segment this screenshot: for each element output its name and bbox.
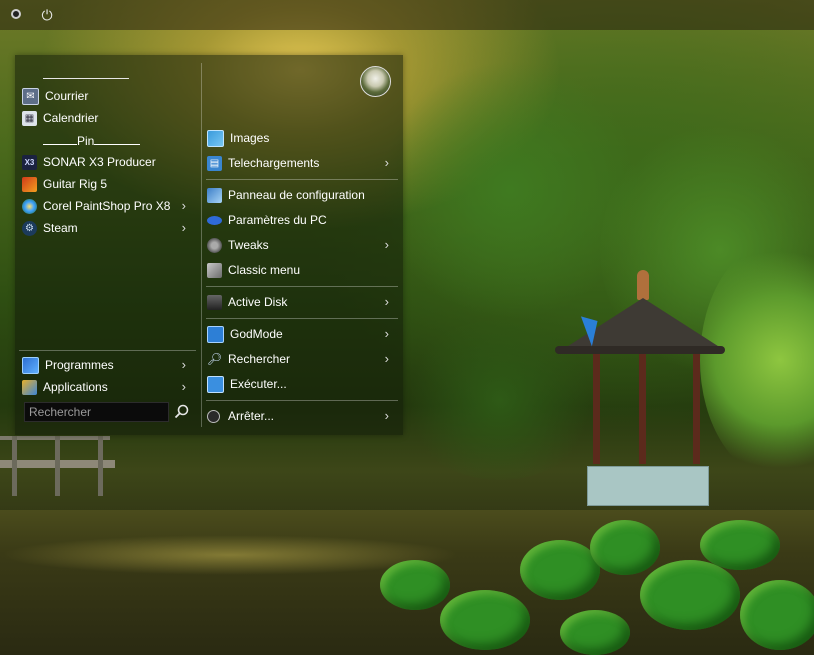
- tweaks-gear-icon: [207, 237, 222, 253]
- menu-item-label: Guitar Rig 5: [43, 177, 108, 191]
- menu-item-label: Applications: [43, 380, 108, 394]
- menu-item-tweaks[interactable]: Tweaks ›: [207, 234, 397, 256]
- chevron-right-icon: ›: [181, 220, 186, 235]
- menu-item-label: Images: [230, 131, 270, 145]
- search-input[interactable]: [25, 403, 168, 421]
- pin-heading-text: Pin: [77, 134, 95, 148]
- top-separator: [43, 78, 129, 79]
- guitar-rig-icon: [22, 176, 37, 192]
- chevron-right-icon: ›: [384, 326, 389, 341]
- mail-icon: ✉: [22, 87, 39, 105]
- chevron-right-icon: ›: [384, 351, 389, 366]
- menu-item-label: Steam: [43, 221, 78, 235]
- chevron-right-icon: ›: [181, 198, 186, 213]
- disk-drive-icon: [207, 294, 222, 310]
- divider: [206, 179, 398, 180]
- menu-item-active-disk[interactable]: Active Disk ›: [207, 291, 397, 313]
- pin-underline-left: [43, 133, 77, 145]
- start-menu-right-pane: Images ▤ Telechargements › Panneau de co…: [203, 55, 403, 435]
- corel-paintshop-icon: [22, 198, 37, 214]
- divider: [19, 350, 196, 351]
- menu-item-godmode[interactable]: GodMode ›: [207, 323, 397, 345]
- menu-item-classic-menu[interactable]: Classic menu: [207, 259, 397, 281]
- menu-item-label: GodMode: [230, 327, 283, 341]
- control-panel-icon: [207, 187, 222, 203]
- chevron-right-icon: ›: [384, 408, 389, 423]
- menu-item-label: Tweaks: [228, 238, 269, 252]
- menu-item-corel[interactable]: Corel PaintShop Pro X8 ›: [22, 195, 194, 217]
- pc-settings-icon-wrap: [207, 213, 222, 228]
- menu-item-label: Telechargements: [228, 156, 320, 170]
- menu-item-label: Exécuter...: [230, 377, 287, 391]
- calendar-icon: ▦: [22, 110, 37, 126]
- godmode-icon: [207, 325, 224, 343]
- start-menu-left-pane: ✉ Courrier ▦ Calendrier Pin X3 SONAR X3 …: [15, 55, 202, 435]
- bridge-scenery: [0, 430, 120, 510]
- chevron-right-icon: ›: [181, 357, 186, 372]
- menu-item-steam[interactable]: ⚙ Steam ›: [22, 217, 194, 239]
- menu-item-courrier[interactable]: ✉ Courrier: [22, 85, 194, 107]
- menu-item-applications[interactable]: Applications ›: [22, 376, 194, 398]
- menu-item-label: SONAR X3 Producer: [43, 155, 156, 169]
- divider: [206, 400, 398, 401]
- taskbar: ⏻: [0, 0, 814, 30]
- menu-item-label: Panneau de configuration: [228, 188, 365, 202]
- start-orb-icon[interactable]: [8, 6, 26, 24]
- programs-icon: [22, 356, 39, 374]
- chevron-right-icon: ›: [384, 237, 389, 252]
- start-menu: ✉ Courrier ▦ Calendrier Pin X3 SONAR X3 …: [15, 55, 403, 435]
- menu-item-programmes[interactable]: Programmes ›: [22, 354, 194, 376]
- downloads-icon: ▤: [207, 155, 222, 171]
- run-icon: [207, 375, 224, 393]
- shutdown-icon: [207, 409, 220, 423]
- user-avatar[interactable]: [360, 66, 391, 97]
- menu-item-label: Courrier: [45, 89, 89, 103]
- menu-item-label: Calendrier: [43, 111, 99, 125]
- search-box: [24, 402, 169, 422]
- sonar-x3-icon: X3: [22, 154, 37, 170]
- menu-item-label: Rechercher: [228, 352, 291, 366]
- pc-settings-icon: [207, 215, 222, 225]
- menu-item-label: Paramètres du PC: [228, 213, 327, 227]
- images-icon: [207, 129, 224, 147]
- chevron-right-icon: ›: [384, 155, 389, 170]
- menu-item-label: Classic menu: [228, 263, 301, 277]
- menu-item-panneau-configuration[interactable]: Panneau de configuration: [207, 184, 397, 206]
- menu-item-calendrier[interactable]: ▦ Calendrier: [22, 107, 194, 129]
- power-icon[interactable]: ⏻: [38, 6, 56, 24]
- pin-underline-right: [94, 133, 141, 145]
- pane-divider: [201, 63, 202, 427]
- divider: [206, 286, 398, 287]
- menu-item-label: Corel PaintShop Pro X8: [43, 199, 171, 213]
- divider: [206, 318, 398, 319]
- pavilion-scenery: [555, 270, 735, 510]
- menu-item-label: Programmes: [45, 358, 114, 372]
- search-icon: 🔎︎: [206, 352, 223, 366]
- menu-item-arreter[interactable]: Arrêter... ›: [207, 405, 397, 427]
- search-icon[interactable]: [173, 403, 191, 421]
- menu-item-label: Active Disk: [228, 295, 288, 309]
- chevron-right-icon: ›: [384, 294, 389, 309]
- classic-menu-icon: [207, 262, 222, 278]
- menu-item-rechercher[interactable]: 🔎︎ Rechercher ›: [207, 348, 397, 370]
- menu-item-executer[interactable]: Exécuter...: [207, 373, 397, 395]
- steam-icon: ⚙: [22, 220, 37, 236]
- menu-item-images[interactable]: Images: [207, 127, 397, 149]
- menu-item-sonar[interactable]: X3 SONAR X3 Producer: [22, 151, 194, 173]
- menu-item-telechargements[interactable]: ▤ Telechargements ›: [207, 152, 397, 174]
- menu-item-label: Arrêter...: [228, 409, 275, 423]
- menu-item-parametres-pc[interactable]: Paramètres du PC: [207, 209, 397, 231]
- chevron-right-icon: ›: [181, 379, 186, 394]
- pin-heading: Pin: [43, 133, 141, 148]
- menu-item-guitar-rig[interactable]: Guitar Rig 5: [22, 173, 194, 195]
- applications-icon: [22, 379, 37, 395]
